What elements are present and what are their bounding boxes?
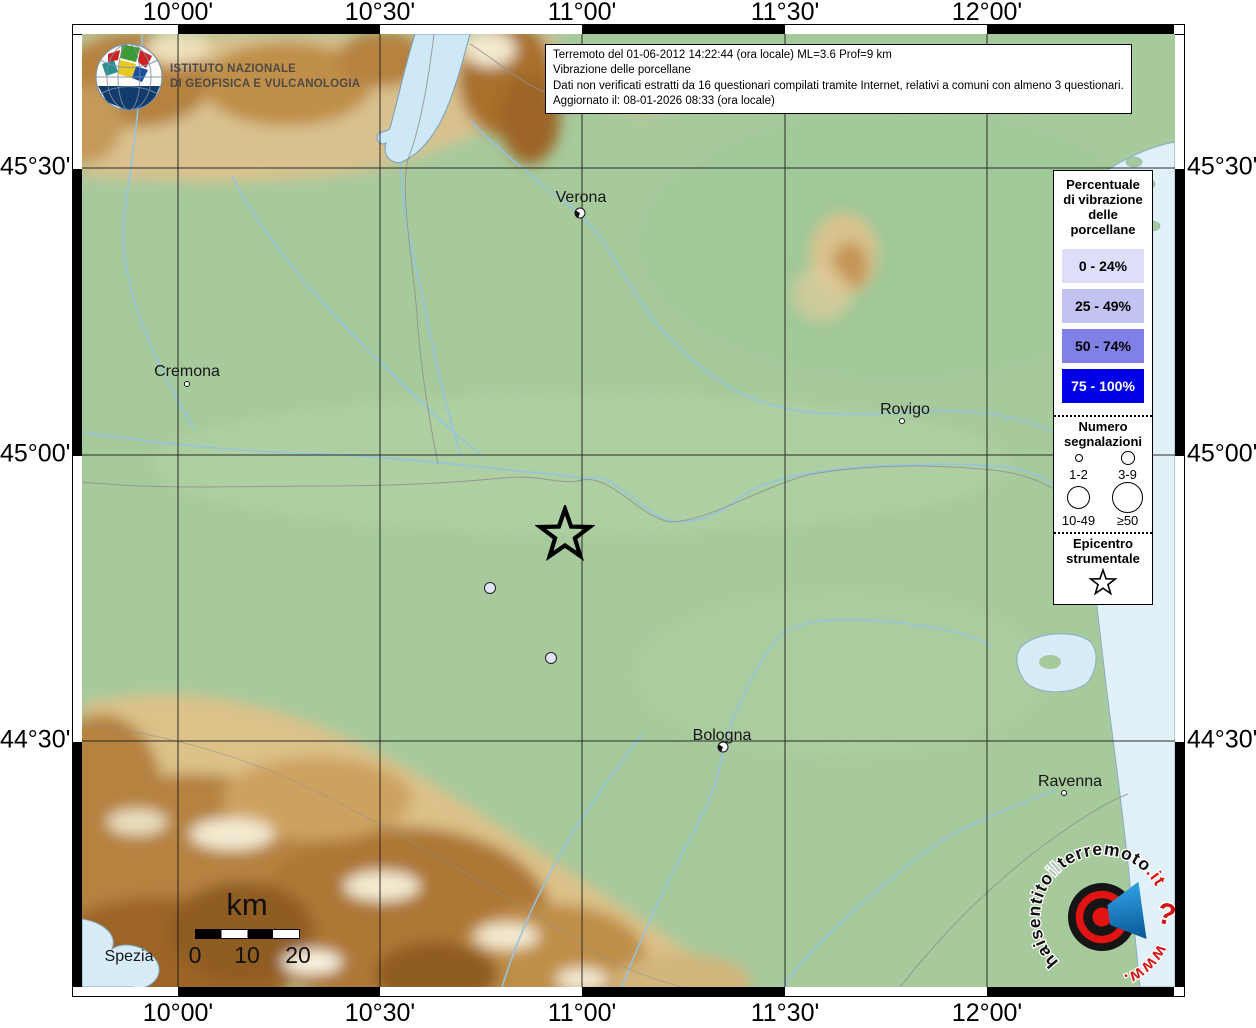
signal-size-label: 1-2 [1069,467,1088,482]
info-line-1: Terremoto del 01-06-2012 14:22:44 (ora l… [553,49,892,61]
ingv-logo-text: ISTITUTO NAZIONALE DI GEOFISICA E VULCAN… [170,62,360,92]
info-line-3: Dati non verificati estratti da 16 quest… [553,79,1124,92]
epicenter-star [534,502,596,565]
signal-circle-row [1054,482,1152,513]
ingv-text-line2: DI GEOFISICA E VULCANOLOGIA [170,78,361,90]
legend-class-swatch: 50 - 74% [1062,329,1144,363]
apennines-terrain [82,693,752,987]
scalebar-title: km [226,887,268,922]
legend-class-swatch: 0 - 24% [1062,249,1144,283]
axis-label-left: 45°30' [0,152,71,181]
frame-band-bottom [73,986,1184,996]
signal-size-circle [1067,486,1090,509]
signal-label-row: 10-49 ≥50 [1054,513,1152,528]
frame-band-right [1174,35,1184,986]
city-label-cremona: Cremona [154,363,220,380]
axis-label-top: 12°00' [951,0,1023,26]
ingv-felt-report-map: { "info_box": { "lines": [ "Terremoto de… [0,0,1256,1027]
plain-tints [152,114,1162,759]
epicenter-star-icon [534,502,596,562]
legend-divider [1054,415,1152,417]
axis-label-right: 45°30' [1187,152,1256,181]
axis-label-top: 10°00' [142,0,214,26]
ingv-globe-icon [95,43,163,111]
axis-label-top: 11°00' [547,0,617,26]
axis-label-top: 11°30' [750,0,820,26]
legend-title-line: porcellane [1070,222,1136,237]
city-label-ravenna: Ravenna [1037,773,1103,790]
city-label-verona: Verona [555,189,607,206]
scalebar-tick-label: 10 [234,942,260,968]
axis-label-left: 44°30' [0,725,71,754]
legend-title-line: di vibrazione [1063,192,1143,207]
signal-size-circle [1120,451,1135,465]
signal-size-circle [1112,482,1143,513]
signal-circle-cell [1054,486,1103,509]
report-circle [484,582,496,594]
city-marker-cremona [184,381,190,387]
axis-label-right: 45°00' [1187,439,1256,468]
city-marker-rovigo [899,418,905,424]
axis-label-right: 44°30' [1187,725,1256,754]
info-box: Terremoto del 01-06-2012 14:22:44 (ora l… [545,44,1132,115]
site-logo: ? haisentitoilterremoto.it www. [1015,830,1175,987]
city-label-spezia: Spezia [104,948,154,965]
ingv-logo: ISTITUTO NAZIONALE DI GEOFISICA E VULCAN… [94,42,360,112]
city-marker-verona [574,207,586,219]
signal-circle-cell [1103,449,1152,467]
signals-title-line: segnalazioni [1063,434,1143,449]
city-marker-ravenna [1061,790,1067,796]
scalebar-tick-label: 20 [285,942,311,968]
legend-title: Percentuale di vibrazione delle porcella… [1054,171,1152,237]
epicenter-title-line: Epicentro [1073,536,1133,551]
report-circle [545,652,557,664]
scalebar-tick-label: 0 [188,942,202,968]
info-line-2: Vibrazione delle porcellane [553,64,691,77]
signal-circle-cell [1054,449,1103,467]
info-line-4: Aggiornato il: 08-01-2026 08:33 (ora loc… [553,94,775,107]
signal-size-circle [1074,454,1083,462]
signal-size-grid: 1-2 3-9 10-49 ≥50 [1054,449,1152,528]
ingv-text-line1: ISTITUTO NAZIONALE [170,63,297,75]
legend: Percentuale di vibrazione delle porcella… [1053,170,1153,605]
legend-class-swatch: 75 - 100% [1062,369,1144,403]
axis-label-left: 45°00' [0,439,71,468]
comacchio-lagoon [1016,633,1097,693]
signal-label-row: 1-2 3-9 [1054,467,1152,482]
legend-class-list: 0 - 24% 25 - 49% 50 - 74% 75 - 100% [1054,237,1152,411]
signal-size-label: 10-49 [1061,513,1096,528]
legend-title-line: Percentuale [1066,177,1140,192]
epicenter-title-line: strumentale [1066,551,1140,566]
legend-class-swatch: 25 - 49% [1062,289,1144,323]
scalebar [195,929,300,939]
legend-divider [1054,532,1152,534]
signal-circle-cell [1103,482,1152,513]
signals-title-line: Numero [1078,419,1128,434]
question-mark-icon: ? [1153,896,1175,932]
city-marker-bologna [717,741,729,753]
map-canvas: Terremoto del 01-06-2012 14:22:44 (ora l… [82,34,1175,987]
signal-size-label: 3-9 [1118,467,1137,482]
signal-size-label: ≥50 [1116,513,1139,528]
city-label-rovigo: Rovigo [880,401,930,418]
legend-epicenter-star-icon [1088,568,1118,596]
signal-circle-row [1054,449,1152,467]
legend-title-line: delle [1088,207,1118,222]
axis-label-top: 10°30' [344,0,416,26]
